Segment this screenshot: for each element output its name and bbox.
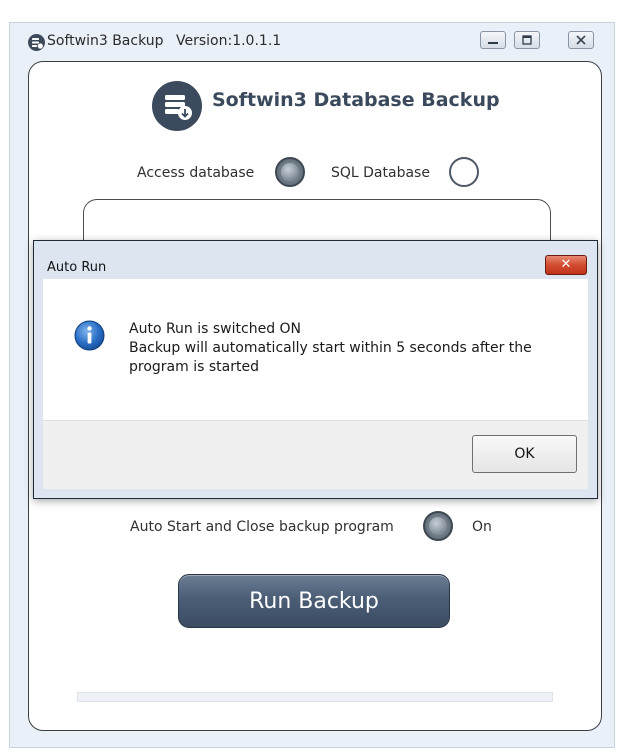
dialog-close-button[interactable]: ✕ bbox=[545, 255, 587, 275]
maximize-button[interactable] bbox=[514, 31, 540, 49]
window-title: Softwin3 Backup bbox=[47, 33, 164, 49]
close-icon: ✕ bbox=[560, 257, 572, 272]
dialog-message-line-3: program is started bbox=[129, 359, 259, 375]
dialog-footer: OK bbox=[43, 420, 588, 489]
database-backup-icon bbox=[152, 81, 202, 131]
close-icon bbox=[576, 35, 586, 45]
info-icon bbox=[74, 320, 105, 351]
sql-database-radio[interactable] bbox=[449, 157, 479, 187]
run-backup-button[interactable]: Run Backup bbox=[178, 574, 450, 628]
minimize-icon bbox=[488, 42, 498, 44]
auto-run-dialog: Auto Run ✕ Auto Run is switched ON Backu… bbox=[33, 240, 598, 499]
access-database-label: Access database bbox=[137, 165, 255, 181]
access-database-radio[interactable] bbox=[275, 157, 305, 187]
auto-start-toggle[interactable] bbox=[423, 511, 453, 541]
dialog-message-line-1: Auto Run is switched ON bbox=[129, 321, 302, 337]
progress-bar bbox=[77, 692, 553, 702]
auto-start-state: On bbox=[472, 519, 492, 535]
dialog-title: Auto Run bbox=[47, 260, 107, 275]
app-heading: Softwin3 Database Backup bbox=[212, 89, 500, 111]
title-bar[interactable]: Softwin3 Backup Version:1.0.1.1 bbox=[10, 23, 614, 59]
minimize-button[interactable] bbox=[480, 31, 506, 49]
sql-database-label: SQL Database bbox=[331, 165, 430, 181]
version-label: Version:1.0.1.1 bbox=[176, 33, 282, 49]
close-window-button[interactable] bbox=[568, 31, 594, 49]
app-icon bbox=[28, 34, 45, 51]
dialog-body: Auto Run is switched ON Backup will auto… bbox=[43, 279, 588, 420]
restore-icon bbox=[522, 35, 532, 45]
dialog-message-line-2: Backup will automatically start within 5… bbox=[129, 340, 532, 356]
auto-start-label: Auto Start and Close backup program bbox=[130, 519, 394, 535]
ok-button[interactable]: OK bbox=[472, 435, 577, 473]
